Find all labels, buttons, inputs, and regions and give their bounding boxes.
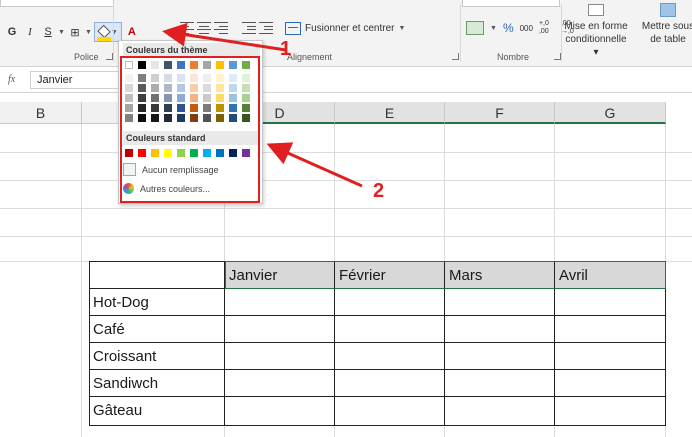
arrow-2: [266, 142, 363, 188]
annotation-arrows: [162, 22, 363, 188]
arrow-1: [162, 22, 287, 52]
annotation-label-1: 1: [280, 38, 292, 60]
annotation-label-2: 2: [373, 180, 385, 202]
